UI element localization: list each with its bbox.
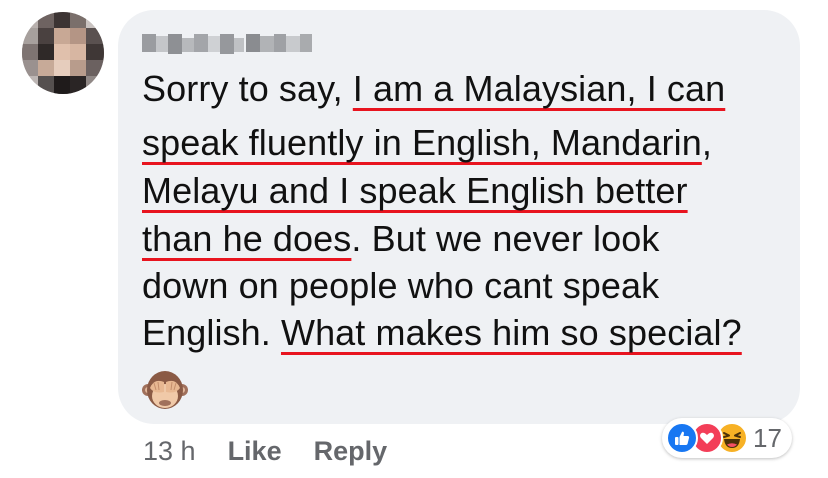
- see-no-evil-monkey-icon: [142, 368, 188, 414]
- comment-line-4: than he does. But we never look: [142, 216, 659, 262]
- like-button[interactable]: Like: [228, 436, 282, 466]
- underlined-text: What makes him so special?: [280, 312, 742, 353]
- comment-line-6: English. What makes him so special?: [142, 310, 742, 356]
- underlined-text: than he does: [142, 218, 352, 259]
- comment-text: English.: [142, 312, 281, 353]
- comment-line-1: Sorry to say, I am a Malaysian, I can: [142, 66, 725, 112]
- comment-line-3: Melayu and I speak English better: [142, 168, 688, 214]
- comment-screenshot: Ogunde Offa Sorry to say, I am a Malaysi…: [0, 0, 828, 478]
- comment-text: down on people who cant speak: [142, 265, 660, 306]
- comment-text: Sorry to say,: [142, 68, 353, 109]
- comment-actions: 13 h Like Reply: [143, 434, 419, 468]
- comment-line-5: down on people who cant speak: [142, 263, 659, 309]
- underlined-text: speak fluently in English, Mandarin: [142, 122, 702, 163]
- reactions-summary[interactable]: 17: [662, 418, 792, 458]
- comment-line-2: speak fluently in English, Mandarin,: [142, 120, 712, 166]
- avatar[interactable]: [22, 12, 104, 94]
- underlined-text: I am a Malaysian, I can: [352, 68, 726, 109]
- comment-text: . But we never look: [351, 218, 660, 259]
- underlined-text: Melayu and I speak English better: [142, 170, 688, 211]
- like-reaction-icon: [666, 422, 698, 454]
- reply-button[interactable]: Reply: [314, 436, 388, 466]
- reaction-count: 17: [753, 423, 782, 453]
- author-name-blurred[interactable]: Ogunde Offa: [142, 26, 320, 60]
- timestamp[interactable]: 13 h: [143, 436, 196, 466]
- comment-text: ,: [701, 122, 712, 163]
- blurred-name-image: [142, 34, 312, 54]
